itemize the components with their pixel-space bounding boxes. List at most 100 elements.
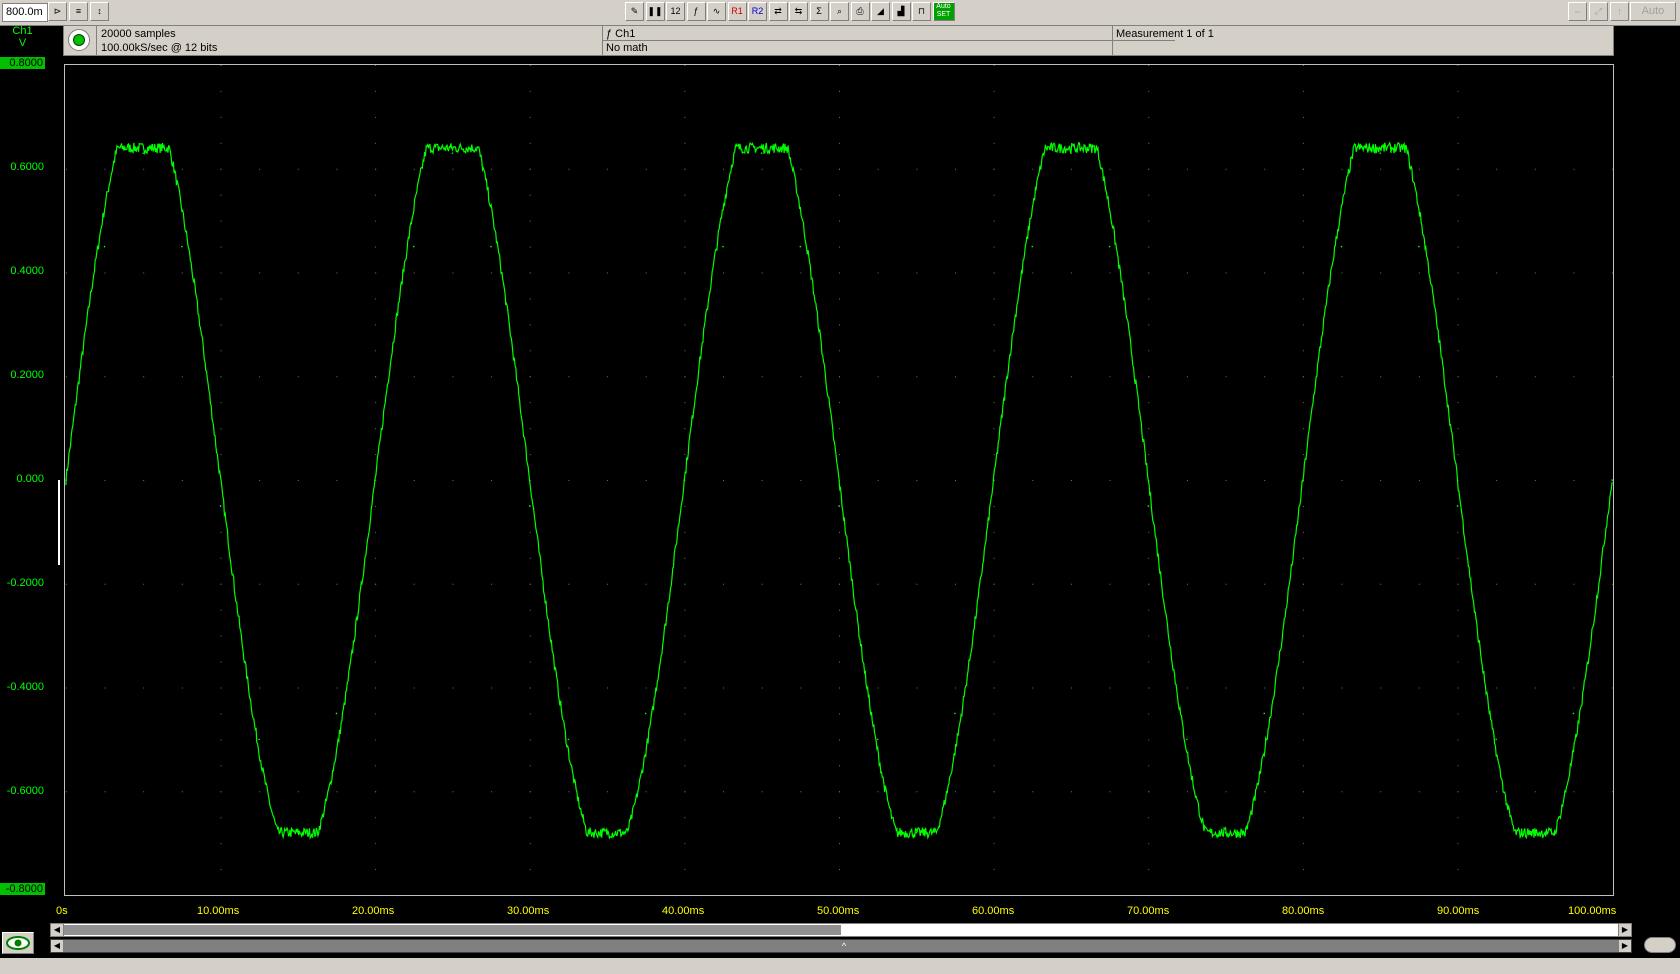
y-tick-label: -0.4000 [6, 681, 44, 693]
info-panel: 20000 samples 100.00kS/sec @ 12 bits ƒ C… [63, 25, 1614, 56]
x-tick-label: 30.00ms [507, 905, 550, 917]
trace-point [258, 738, 260, 741]
scroll-right-icon[interactable]: ▶ [1618, 924, 1631, 936]
trace-point [876, 738, 879, 741]
y-tick-label: 0.000 [16, 473, 44, 485]
zoom-scrollbar[interactable]: ◀ ^ ▶ [50, 939, 1632, 953]
trace-point [412, 245, 415, 248]
x-tick-label: 70.00ms [1127, 905, 1170, 917]
trigger-marker[interactable] [58, 480, 60, 565]
trace-point [528, 505, 531, 507]
trace-point [1572, 712, 1575, 715]
probe-button[interactable]: ✎ [625, 2, 644, 21]
sum-button[interactable]: Σ [809, 2, 829, 21]
zoom-right-icon[interactable]: ▶ [1619, 940, 1631, 952]
import-button[interactable]: ⇆ [789, 2, 808, 21]
trace-point [1495, 738, 1497, 741]
x-tick-label: 0s [56, 905, 68, 917]
trace-point [1031, 245, 1034, 248]
math-button[interactable]: ƒ [686, 2, 706, 21]
trace-point [451, 152, 454, 154]
y-tick-label: -0.8000 [0, 883, 45, 895]
x-tick-label: 40.00ms [662, 905, 705, 917]
trace-point [1340, 245, 1343, 248]
filter-button[interactable]: ⊓ [912, 2, 931, 21]
trace-point [954, 712, 956, 715]
trace-point [567, 738, 570, 741]
cursor-button[interactable]: ↕ [90, 2, 109, 21]
zoom-left-icon[interactable]: ◀ [51, 940, 63, 952]
x-tick-label: 10.00ms [197, 905, 240, 917]
scope-plot[interactable] [64, 64, 1614, 896]
trace-point [142, 152, 144, 154]
trace-point [1108, 245, 1111, 248]
ramp-button[interactable]: ◢ [871, 2, 890, 21]
math-status: No math [606, 42, 648, 54]
ch1-trace [65, 141, 1613, 840]
trace-point [181, 245, 183, 248]
trace-point [1379, 152, 1381, 154]
y-tick-label: 0.8000 [0, 57, 45, 69]
trace-point [799, 245, 802, 248]
y-tick-label: -0.2000 [6, 577, 44, 589]
time-scrollbar[interactable]: ◀ ▶ [50, 923, 1632, 937]
run-indicator[interactable] [68, 29, 90, 51]
up-button[interactable]: ↑ [1610, 2, 1629, 21]
y-tick-label: 0.4000 [10, 265, 44, 277]
scroll-thumb[interactable] [64, 925, 841, 935]
pause-button[interactable]: ❚❚ [645, 2, 665, 21]
sample-rate: 100.00kS/sec @ 12 bits [101, 42, 218, 54]
scroll-left-icon[interactable]: ◀ [51, 924, 64, 936]
trace-point [490, 245, 492, 248]
x-tick-label: 100.00ms [1568, 905, 1617, 917]
oval-button[interactable] [1644, 937, 1676, 953]
channel-unit: V [18, 37, 27, 49]
x-tick-label: 80.00ms [1282, 905, 1325, 917]
run-led-icon [73, 34, 85, 46]
y-tick-label: 0.2000 [10, 369, 44, 381]
eye-icon [6, 936, 30, 950]
top-toolbar: 800.0m ⊳ ≡ ↕ ✎ ❚❚ 12 ƒ ∿ R1 R2 ⇄ ⇆ Σ ⌕ ⎙ ◢ ▟ ⊓ Auto SET ⇔… [0, 0, 1680, 26]
zoom-center-icon[interactable]: ^ [839, 940, 849, 952]
decimal-button[interactable]: 12 [666, 2, 685, 21]
channel-label[interactable]: Ch1 V [0, 25, 45, 49]
eye-button[interactable] [2, 932, 34, 954]
trace-point [1611, 479, 1613, 481]
trace-point [1418, 245, 1420, 248]
channel-name: Ch1 [12, 25, 33, 37]
print-button[interactable]: ⎙ [850, 2, 870, 21]
y-tick-label: -0.6000 [6, 785, 44, 797]
auto-button[interactable]: Auto [1630, 2, 1676, 21]
channels-button[interactable]: ≡ [69, 2, 88, 21]
trace-point [1456, 505, 1459, 507]
auto-set-button[interactable]: Auto SET [932, 2, 955, 21]
trace-point [1186, 738, 1188, 741]
trace-point [644, 712, 647, 715]
x-tick-label: 20.00ms [352, 905, 395, 917]
spectrum-button[interactable]: ∿ [707, 2, 726, 21]
zoom-button[interactable]: ⌕ [830, 2, 849, 21]
trace-point [103, 245, 106, 248]
fit-button[interactable]: ⇔ [1568, 2, 1587, 21]
sample-count: 20000 samples [101, 28, 176, 40]
export-button[interactable]: ⇄ [768, 2, 788, 21]
trigger-button[interactable]: ⊳ [48, 2, 67, 21]
trace-point [1263, 712, 1266, 715]
trace-point [838, 505, 840, 507]
timebase-field[interactable]: 800.0m [2, 3, 48, 22]
trace-marks [65, 152, 1613, 834]
x-tick-label: 50.00ms [817, 905, 860, 917]
expand-button[interactable]: ⤢ [1589, 2, 1608, 21]
trace-point [760, 152, 763, 154]
x-tick-label: 90.00ms [1437, 905, 1480, 917]
ref2-button[interactable]: R2 [748, 2, 767, 21]
math-channel: ƒ Ch1 [606, 28, 636, 40]
trace-point [1147, 505, 1150, 507]
step-button[interactable]: ▟ [891, 2, 911, 21]
trace-point [722, 245, 724, 248]
x-tick-label: 60.00ms [972, 905, 1015, 917]
trace-point [335, 712, 338, 715]
status-bar [0, 958, 1680, 974]
ref1-button[interactable]: R1 [727, 2, 747, 21]
measurement-label: Measurement 1 of 1 [1116, 28, 1214, 40]
